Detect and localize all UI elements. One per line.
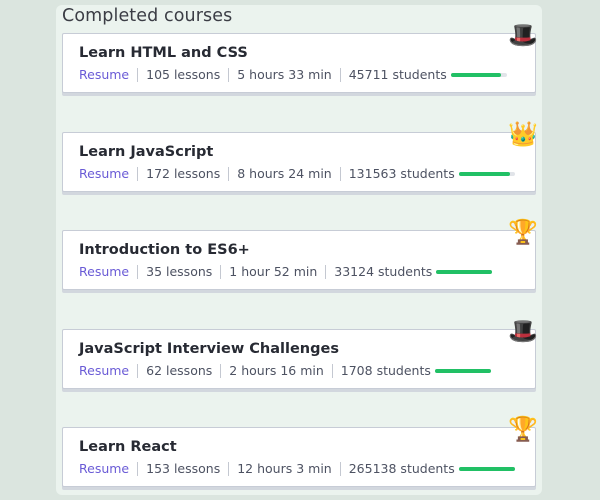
course-duration: 12 hours 3 min	[237, 461, 332, 476]
divider	[339, 166, 341, 181]
course-card[interactable]: Learn HTML and CSS Resume 105 lessons 5 …	[62, 21, 538, 93]
top-hat-icon: 🎩	[508, 317, 538, 345]
divider	[339, 67, 341, 82]
lessons-count: 35 lessons	[146, 264, 213, 279]
resume-link[interactable]: Resume	[79, 363, 129, 378]
crown-icon: 👑	[508, 120, 538, 148]
divider	[228, 67, 230, 82]
course-meta: Resume 153 lessons 12 hours 3 min 265138…	[79, 461, 515, 476]
progress-bar	[436, 269, 493, 274]
progress-fill	[458, 466, 515, 471]
divider	[137, 67, 139, 82]
progress-fill	[434, 368, 491, 373]
resume-link[interactable]: Resume	[79, 461, 129, 476]
divider	[228, 166, 230, 181]
divider	[228, 461, 230, 476]
course-title[interactable]: Introduction to ES6+	[79, 242, 250, 258]
divider	[137, 264, 139, 279]
course-duration: 2 hours 16 min	[229, 363, 324, 378]
course-card[interactable]: Learn React Resume 153 lessons 12 hours …	[62, 415, 538, 487]
lessons-count: 153 lessons	[146, 461, 221, 476]
course-duration: 1 hour 52 min	[229, 264, 318, 279]
progress-fill	[436, 269, 493, 274]
divider	[220, 264, 222, 279]
course-card[interactable]: Introduction to ES6+ Resume 35 lessons 1…	[62, 218, 538, 290]
course-meta: Resume 172 lessons 8 hours 24 min 131563…	[79, 166, 515, 181]
resume-link[interactable]: Resume	[79, 67, 129, 82]
progress-bar	[434, 368, 491, 373]
divider	[220, 363, 222, 378]
divider	[331, 363, 333, 378]
students-count: 45711 students	[348, 67, 447, 82]
course-meta: Resume 35 lessons 1 hour 52 min 33124 st…	[79, 264, 493, 279]
lessons-count: 62 lessons	[146, 363, 213, 378]
top-hat-icon: 🎩	[508, 21, 538, 49]
progress-fill	[458, 171, 511, 176]
divider	[325, 264, 327, 279]
divider	[137, 461, 139, 476]
progress-fill	[450, 72, 502, 77]
students-count: 265138 students	[348, 461, 455, 476]
course-card[interactable]: Learn JavaScript Resume 172 lessons 8 ho…	[62, 120, 538, 192]
course-title[interactable]: Learn HTML and CSS	[79, 45, 248, 61]
divider	[339, 461, 341, 476]
students-count: 131563 students	[348, 166, 455, 181]
divider	[137, 166, 139, 181]
progress-bar	[458, 171, 515, 176]
lessons-count: 105 lessons	[146, 67, 221, 82]
progress-bar	[458, 466, 515, 471]
course-meta: Resume 105 lessons 5 hours 33 min 45711 …	[79, 67, 507, 82]
lessons-count: 172 lessons	[146, 166, 221, 181]
course-duration: 8 hours 24 min	[237, 166, 332, 181]
course-meta: Resume 62 lessons 2 hours 16 min 1708 st…	[79, 363, 491, 378]
trophy-icon: 🏆	[508, 218, 538, 246]
course-title[interactable]: Learn React	[79, 439, 177, 455]
students-count: 1708 students	[340, 363, 431, 378]
divider	[137, 363, 139, 378]
course-duration: 5 hours 33 min	[237, 67, 332, 82]
students-count: 33124 students	[334, 264, 433, 279]
resume-link[interactable]: Resume	[79, 166, 129, 181]
course-title[interactable]: JavaScript Interview Challenges	[79, 341, 339, 357]
course-title[interactable]: Learn JavaScript	[79, 144, 213, 160]
section-title: Completed courses	[62, 6, 233, 26]
trophy-icon: 🏆	[508, 415, 538, 443]
progress-bar	[450, 72, 507, 77]
course-card[interactable]: JavaScript Interview Challenges Resume 6…	[62, 317, 538, 389]
resume-link[interactable]: Resume	[79, 264, 129, 279]
